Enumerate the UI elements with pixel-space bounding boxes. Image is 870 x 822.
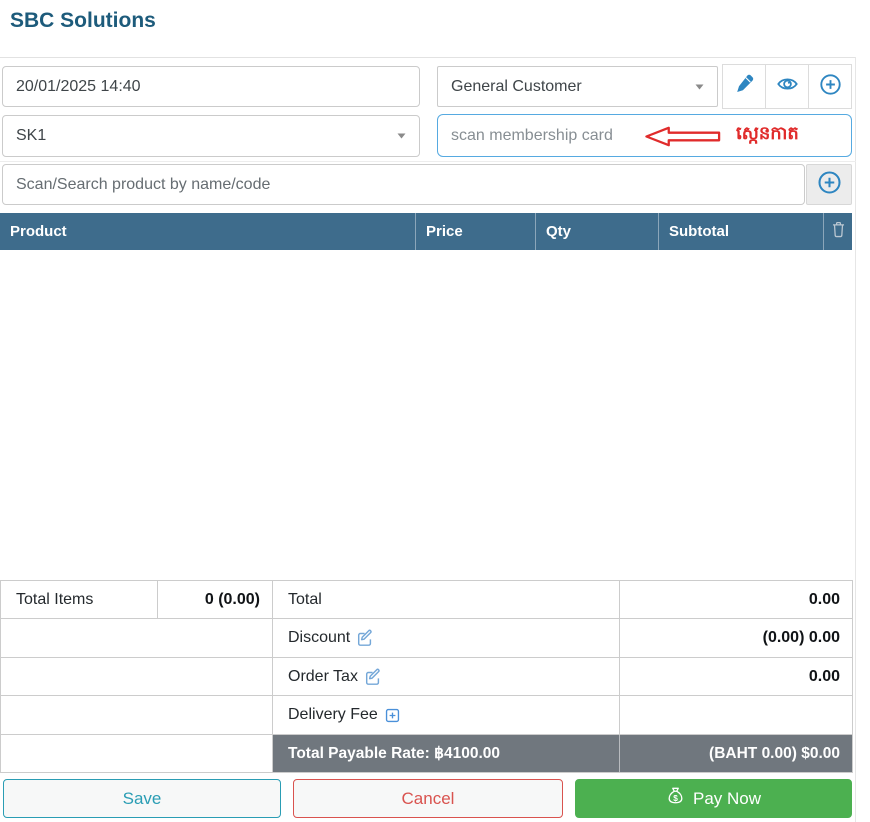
add-delivery-fee-button[interactable] (384, 707, 401, 724)
discount-label-text: Discount (288, 629, 350, 647)
column-header-price: Price (415, 213, 535, 250)
chevron-down-icon (695, 84, 704, 90)
customer-select-value: General Customer (451, 78, 582, 96)
plus-circle-icon (817, 170, 842, 200)
edit-customer-button[interactable] (722, 64, 766, 109)
discount-value: (0.00) 0.00 (620, 619, 852, 658)
left-empty-cell (1, 619, 273, 658)
edit-order-tax-button[interactable] (364, 668, 382, 686)
page-title: SBC Solutions (10, 9, 156, 33)
datetime-input[interactable] (2, 66, 420, 107)
order-tax-label: Order Tax (273, 658, 620, 696)
eye-icon (776, 73, 799, 100)
total-payable-label: Total Payable Rate: ฿4100.00 (273, 735, 620, 772)
save-button-label: Save (123, 789, 162, 809)
order-tax-value: 0.00 (620, 658, 852, 696)
cart-table-header: Product Price Qty Subtotal (0, 213, 852, 250)
terminal-select[interactable]: SK1 (2, 115, 420, 157)
total-items-value: 0 (0.00) (158, 581, 273, 619)
column-header-qty: Qty (535, 213, 658, 250)
pay-now-button[interactable]: $ Pay Now (575, 779, 852, 818)
view-customer-button[interactable] (765, 64, 809, 109)
delivery-fee-label: Delivery Fee (273, 696, 620, 735)
add-product-button[interactable] (806, 164, 852, 205)
add-customer-button[interactable] (808, 64, 852, 109)
edit-discount-button[interactable] (356, 629, 374, 647)
khmer-annotation: ស្កេនកាត (736, 121, 799, 148)
pos-screen: SBC Solutions General Customer (0, 0, 870, 822)
right-edge-divider (855, 57, 856, 822)
customer-select[interactable]: General Customer (437, 66, 718, 107)
total-label: Total (273, 581, 620, 619)
cancel-button[interactable]: Cancel (293, 779, 563, 818)
clear-cart-button[interactable] (823, 213, 852, 250)
save-button[interactable]: Save (3, 779, 281, 818)
pay-now-button-label: Pay Now (693, 789, 761, 809)
product-search-input[interactable] (2, 164, 805, 205)
column-header-product: Product (0, 213, 415, 250)
left-empty-cell (1, 696, 273, 735)
cart-empty-area (0, 250, 852, 580)
cancel-button-label: Cancel (402, 789, 455, 809)
discount-label: Discount (273, 619, 620, 658)
delivery-fee-value (620, 696, 852, 735)
left-empty-cell (1, 658, 273, 696)
trash-icon (830, 220, 847, 243)
chevron-down-icon (397, 133, 406, 139)
section-divider (0, 161, 856, 162)
pencil-icon (733, 73, 755, 100)
total-items-label: Total Items (1, 581, 158, 619)
order-tax-label-text: Order Tax (288, 668, 358, 686)
totals-panel: Total Items 0 (0.00) Total 0.00 Discount… (0, 580, 853, 773)
column-header-subtotal: Subtotal (658, 213, 823, 250)
top-divider (0, 57, 856, 58)
terminal-select-value: SK1 (16, 127, 46, 145)
delivery-fee-label-text: Delivery Fee (288, 706, 378, 724)
money-bag-icon: $ (666, 786, 685, 812)
left-empty-cell (1, 735, 273, 772)
left-arrow-annotation (645, 126, 721, 152)
total-payable-value: (BAHT 0.00) $0.00 (620, 735, 852, 772)
plus-circle-icon (819, 73, 842, 101)
svg-text:$: $ (673, 793, 678, 802)
total-value: 0.00 (620, 581, 852, 619)
